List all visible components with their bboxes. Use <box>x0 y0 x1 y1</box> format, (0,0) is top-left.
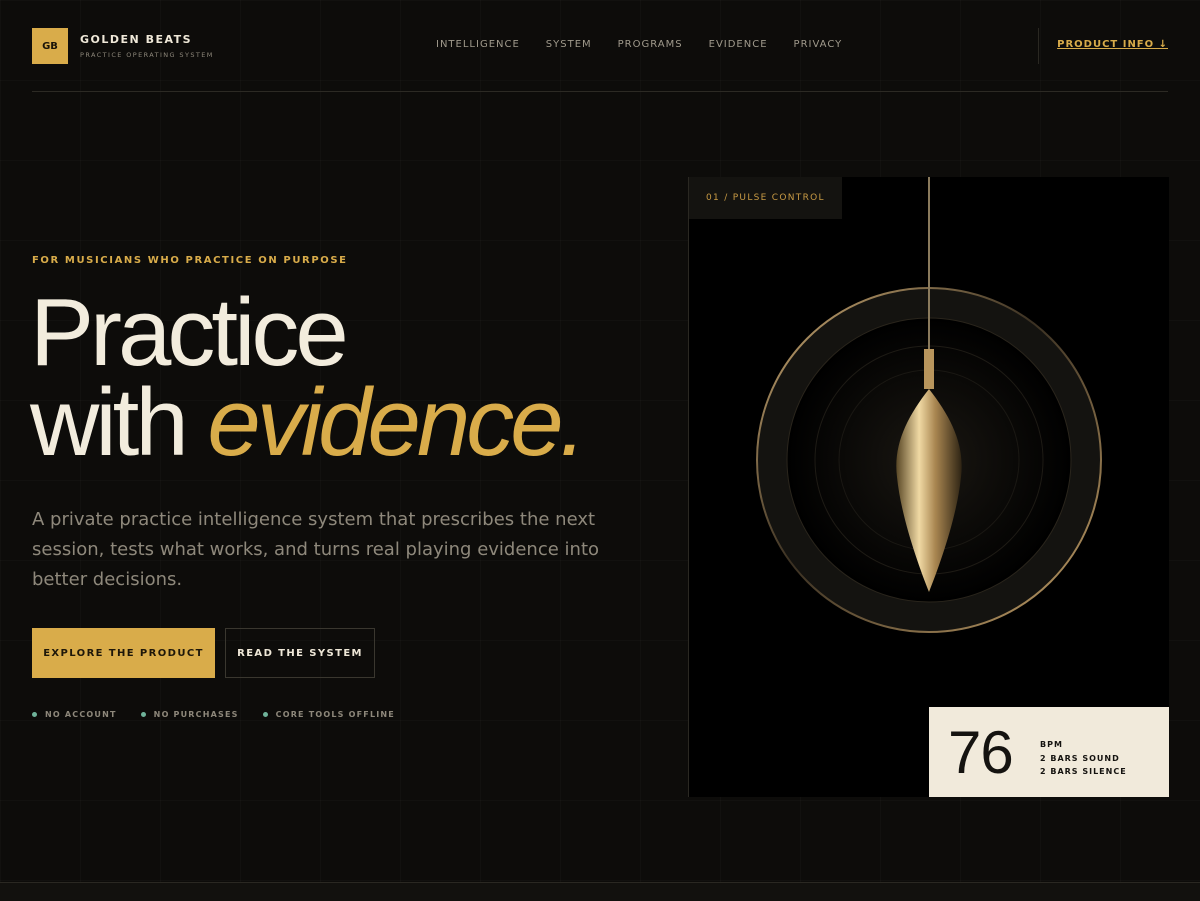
read-system-button[interactable]: READ THE SYSTEM <box>225 628 375 678</box>
trust-item: NO PURCHASES <box>140 710 239 719</box>
trust-label: NO ACCOUNT <box>45 710 117 719</box>
header-divider <box>1038 28 1039 64</box>
trust-item: CORE TOOLS OFFLINE <box>262 710 395 719</box>
bpm-value: 76 <box>948 719 1014 786</box>
logo-mark[interactable]: GB <box>32 28 68 64</box>
hero-title: Practice with evidence. <box>30 285 586 471</box>
main-nav: INTELLIGENCE SYSTEM PROGRAMS EVIDENCE PR… <box>436 39 842 50</box>
brand-tagline: PRACTICE OPERATING SYSTEM <box>80 51 214 59</box>
next-section-edge <box>0 882 1200 901</box>
nav-item-system[interactable]: SYSTEM <box>546 39 592 50</box>
brand-name[interactable]: GOLDEN BEATS <box>80 33 192 46</box>
hero-title-accent: evidence. <box>207 369 586 476</box>
status-dot-icon <box>32 712 37 717</box>
site-header: GB GOLDEN BEATS PRACTICE OPERATING SYSTE… <box>32 28 1168 64</box>
nav-item-intelligence[interactable]: INTELLIGENCE <box>436 39 520 50</box>
nav-item-evidence[interactable]: EVIDENCE <box>709 39 768 50</box>
trust-badges: NO ACCOUNT NO PURCHASES CORE TOOLS OFFLI… <box>32 710 395 719</box>
bpm-unit: BPM <box>1040 740 1063 749</box>
nav-item-privacy[interactable]: PRIVACY <box>794 39 843 50</box>
explore-product-button[interactable]: EXPLORE THE PRODUCT <box>32 628 215 678</box>
hero-eyebrow: FOR MUSICIANS WHO PRACTICE ON PURPOSE <box>32 255 348 266</box>
hero-description: A private practice intelligence system t… <box>32 509 600 590</box>
trust-item: NO ACCOUNT <box>32 710 117 719</box>
bars-silence: 2 BARS SILENCE <box>1040 767 1127 776</box>
status-dot-icon <box>140 712 146 717</box>
product-info-link[interactable]: PRODUCT INFO ↓ <box>1057 39 1168 50</box>
bars-sound: 2 BARS SOUND <box>1040 753 1120 763</box>
bpm-card: 76 BPM 2 BARS SOUND 2 BARS SILENCE <box>929 707 1169 797</box>
pendulum-illustration <box>756 177 1102 633</box>
hero-title-line2: with <box>30 369 208 476</box>
pulse-control-panel: 01 / PULSE CONTROL 76 BPM 2 BARS SOUND 2… <box>688 177 1169 797</box>
trust-label: NO PURCHASES <box>153 710 239 719</box>
panel-tag: 01 / PULSE CONTROL <box>689 177 842 219</box>
bpm-meta: BPM 2 BARS SOUND 2 BARS SILENCE <box>1040 738 1127 779</box>
trust-label: CORE TOOLS OFFLINE <box>275 710 395 719</box>
status-dot-icon <box>262 712 268 717</box>
header-rule <box>32 91 1168 92</box>
nav-item-programs[interactable]: PROGRAMS <box>618 39 683 50</box>
